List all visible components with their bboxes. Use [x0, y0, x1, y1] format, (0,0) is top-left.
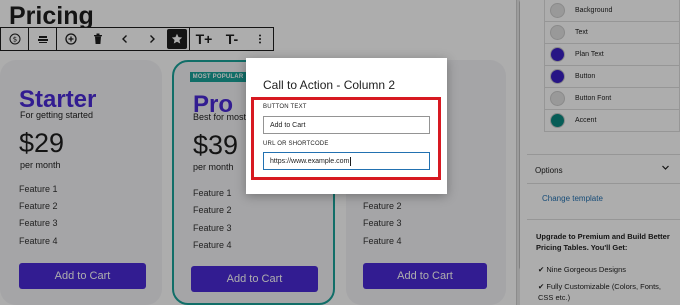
- add-to-cart-button[interactable]: Add to Cart: [19, 263, 146, 289]
- url-shortcode-label: URL OR SHORTCODE: [263, 141, 329, 147]
- svg-text:$: $: [12, 36, 16, 44]
- divider: [527, 219, 680, 220]
- color-swatch[interactable]: [550, 91, 565, 106]
- feature-item: Feature 1: [193, 188, 232, 198]
- feature-item: Feature 2: [193, 205, 232, 215]
- color-label: Text: [575, 29, 588, 36]
- plan-period: per month: [193, 162, 234, 172]
- color-swatch[interactable]: [550, 47, 565, 62]
- text-caret: [350, 156, 352, 166]
- settings-sidebar: Background Text Plan Text Button Button …: [527, 0, 680, 305]
- color-option-background[interactable]: Background: [544, 0, 680, 22]
- chevron-right-icon[interactable]: [138, 28, 165, 50]
- color-option-accent[interactable]: Accent: [544, 110, 680, 132]
- divider: [527, 183, 680, 184]
- button-text-label: BUTTON TEXT: [263, 104, 307, 110]
- change-template-link[interactable]: Change template: [542, 194, 603, 203]
- color-option-text[interactable]: Text: [544, 22, 680, 44]
- plan-price: $29: [19, 128, 65, 158]
- color-label: Button: [575, 73, 596, 80]
- pricing-card-starter[interactable]: Starter For getting started $29 per mont…: [0, 60, 162, 305]
- options-panel-title[interactable]: Options: [535, 166, 563, 175]
- benefit-item: ✔ Fully Customizable (Colors, Fonts, CSS…: [538, 281, 673, 303]
- benefit-label: Fully Customizable (Colors, Fonts, CSS e…: [538, 282, 661, 302]
- color-option-button-font[interactable]: Button Font: [544, 88, 680, 110]
- pricing-table-icon[interactable]: $: [1, 28, 28, 50]
- color-option-plan-text[interactable]: Plan Text: [544, 44, 680, 66]
- font-decrease-button[interactable]: T-: [218, 28, 246, 50]
- url-shortcode-input[interactable]: https://www.example.com: [263, 152, 430, 170]
- feature-item: Feature 4: [363, 236, 402, 246]
- color-label: Accent: [575, 117, 597, 124]
- dialog-title: Call to Action - Column 2: [263, 78, 396, 92]
- toolbar-group-type: $: [1, 28, 29, 50]
- color-swatch[interactable]: [550, 69, 565, 84]
- block-toolbar: $ T+ T-: [0, 27, 274, 51]
- add-to-cart-button[interactable]: Add to Cart: [363, 263, 487, 289]
- font-increase-button[interactable]: T+: [190, 28, 218, 50]
- benefit-item: ✔ Nine Gorgeous Designs: [538, 264, 673, 275]
- feature-item: Feature 3: [193, 223, 232, 233]
- color-label: Plan Text: [575, 51, 604, 58]
- call-to-action-dialog: Call to Action - Column 2 BUTTON TEXT Ad…: [246, 58, 447, 194]
- button-text-input[interactable]: Add to Cart: [263, 116, 430, 134]
- toolbar-group-actions: [57, 28, 190, 50]
- feature-item: Feature 2: [19, 201, 58, 211]
- trash-icon[interactable]: [84, 28, 111, 50]
- chevron-left-icon[interactable]: [111, 28, 138, 50]
- feature-item: Feature 2: [363, 201, 402, 211]
- toolbar-group-align: [29, 28, 57, 50]
- color-swatch[interactable]: [550, 3, 565, 18]
- toolbar-group-font: T+ T-: [190, 28, 273, 50]
- canvas-scrollbar[interactable]: [516, 0, 520, 305]
- add-column-icon[interactable]: [57, 28, 84, 50]
- feature-item: Feature 4: [19, 236, 58, 246]
- plan-price: $39: [193, 130, 239, 160]
- plan-period: per month: [20, 160, 61, 170]
- divider: [527, 154, 680, 155]
- feature-item: Feature 3: [363, 218, 402, 228]
- color-label: Background: [575, 7, 613, 14]
- add-to-cart-button[interactable]: Add to Cart: [191, 266, 318, 292]
- upgrade-text: Upgrade to Premium and Build Better Pric…: [536, 232, 670, 252]
- chevron-down-icon[interactable]: [661, 163, 670, 174]
- color-swatch[interactable]: [550, 113, 565, 128]
- color-label: Button Font: [575, 95, 612, 102]
- benefit-label: Nine Gorgeous Designs: [546, 265, 627, 274]
- star-icon[interactable]: [167, 29, 187, 49]
- url-value: https://www.example.com: [270, 157, 350, 165]
- feature-item: Feature 1: [19, 184, 58, 194]
- feature-item: Feature 4: [193, 240, 232, 250]
- plan-subtitle: For getting started: [20, 110, 94, 120]
- plan-subtitle: Best for most u: [193, 112, 254, 122]
- align-icon[interactable]: [29, 28, 56, 50]
- more-options-icon[interactable]: [246, 28, 273, 50]
- color-settings-list: Background Text Plan Text Button Button …: [544, 0, 680, 132]
- color-swatch[interactable]: [550, 25, 565, 40]
- button-text-value: Add to Cart: [270, 121, 306, 129]
- most-popular-badge: MOST POPULAR: [190, 72, 246, 82]
- feature-item: Feature 3: [19, 218, 58, 228]
- color-option-button[interactable]: Button: [544, 66, 680, 88]
- scrollbar-thumb[interactable]: [519, 0, 520, 270]
